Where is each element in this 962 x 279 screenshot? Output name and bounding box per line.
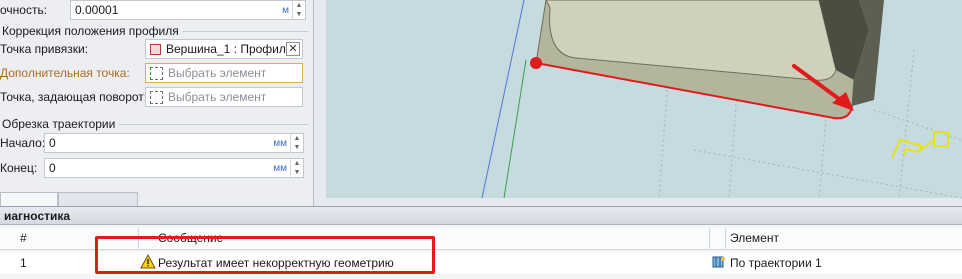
trim-end-field[interactable]: 0 мм ▲ ▼ [44, 158, 304, 178]
trim-start-label: Начало: [0, 136, 46, 150]
trim-start-value: 0 [49, 136, 56, 150]
3d-viewport[interactable] [314, 0, 962, 206]
anchor-point-value: Вершина_1 : Профиль... [166, 42, 286, 56]
tab-secondary[interactable] [58, 192, 138, 206]
anchor-point-select[interactable]: Вершина_1 : Профиль... ✕ [145, 39, 303, 59]
model-graphics [481, 0, 962, 199]
column-separator[interactable] [725, 228, 726, 249]
anchor-point-label: Точка привязки: [0, 42, 88, 56]
accuracy-label: очность: [0, 3, 48, 17]
select-element-icon [150, 66, 163, 80]
error-highlight-frame [95, 236, 435, 274]
diagnostics-title: иагностика [0, 207, 962, 225]
trim-end-label: Конец: [0, 161, 38, 175]
select-element-icon [150, 90, 163, 104]
trim-end-value: 0 [49, 161, 56, 175]
rotation-point-placeholder: Выбрать элемент [168, 90, 267, 104]
additional-point-placeholder: Выбрать элемент [168, 66, 267, 80]
trim-end-unit: мм [273, 162, 287, 174]
clear-selection-button[interactable]: ✕ [286, 42, 300, 56]
rotation-point-select[interactable]: Выбрать элемент [145, 87, 303, 107]
row-element: По траектории 1 [730, 256, 822, 270]
trim-start-spinner[interactable]: ▲ ▼ [290, 134, 303, 152]
accuracy-value: 0.00001 [75, 3, 119, 17]
row-num: 1 [20, 256, 27, 270]
accuracy-unit: м [282, 4, 289, 16]
trajectory-feature-icon [711, 254, 727, 273]
trim-end-spinner[interactable]: ▲ ▼ [290, 159, 303, 177]
rotation-point-label: Точка, задающая поворот: [0, 90, 148, 104]
trim-title: Обрезка траектории [2, 117, 120, 131]
trim-start-field[interactable]: 0 мм ▲ ▼ [44, 133, 304, 153]
accuracy-spinner[interactable]: ▲ ▼ [292, 1, 305, 19]
tab-parameters[interactable] [0, 192, 58, 206]
column-num[interactable]: # [20, 231, 27, 245]
trim-start-unit: мм [273, 137, 287, 149]
vertex-icon [150, 43, 161, 55]
profile-correction-title: Коррекция положения профиля [2, 24, 183, 38]
accuracy-field[interactable]: 0.00001 м ▲ ▼ [70, 0, 306, 20]
properties-panel: очность: 0.00001 м ▲ ▼ Коррекция положени… [0, 0, 314, 206]
additional-point-label: Дополнительная точка: [0, 66, 130, 80]
additional-point-select[interactable]: Выбрать элемент [145, 63, 303, 83]
column-separator[interactable] [709, 228, 710, 249]
column-element[interactable]: Элемент [730, 231, 779, 245]
